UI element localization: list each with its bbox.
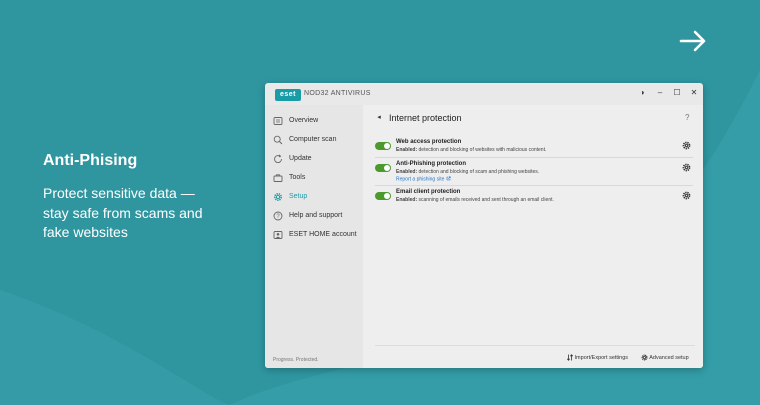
external-link-icon <box>446 176 451 181</box>
sidebar-item-update[interactable]: Update <box>273 153 361 167</box>
email-client-toggle[interactable] <box>375 192 391 200</box>
toggle-knob <box>384 143 390 149</box>
refresh-icon <box>274 154 282 163</box>
toggle-knob <box>384 165 390 171</box>
main-panel: ◂ Internet protection ? Web access prote… <box>363 105 703 368</box>
sidebar-item-label: Computer scan <box>289 136 337 143</box>
sidebar-item-eset-home[interactable]: ESET HOME account <box>273 229 361 243</box>
product-name: NOD32 ANTIVIRUS <box>304 90 371 97</box>
row-status: Enabled: <box>396 169 418 175</box>
setting-row-anti-phishing: Anti-Phishing protection Enabled: detect… <box>375 161 693 187</box>
theme-toggle-button[interactable]: ◑ <box>635 86 649 100</box>
title-bar: eset NOD32 ANTIVIRUS ◑ – ☐ ✕ <box>265 83 703 105</box>
row-title: Anti-Phishing protection <box>396 161 466 167</box>
toggle-knob <box>384 193 390 199</box>
sidebar-item-setup[interactable]: Setup <box>273 191 361 205</box>
next-arrow-button[interactable] <box>676 26 710 56</box>
gear-icon[interactable] <box>682 163 691 172</box>
maximize-button[interactable]: ☐ <box>670 86 684 100</box>
promo-title: Anti-Phising <box>43 152 138 169</box>
anti-phishing-toggle[interactable] <box>375 164 391 172</box>
advanced-setup-button[interactable]: Advanced setup <box>641 354 689 361</box>
setting-row-email-client: Email client protection Enabled: scannin… <box>375 189 693 215</box>
sidebar-item-label: Setup <box>289 193 308 200</box>
account-icon <box>273 231 283 239</box>
minimize-button[interactable]: – <box>653 86 667 100</box>
close-button[interactable]: ✕ <box>687 86 701 100</box>
sidebar-item-label: Help and support <box>289 212 343 219</box>
sidebar-item-label: Overview <box>289 117 319 124</box>
sidebar-item-computer-scan[interactable]: Computer scan <box>273 134 361 148</box>
promo-block: Anti-Phising Protect sensitive data —sta… <box>43 152 213 243</box>
back-button[interactable]: ◂ <box>375 113 383 123</box>
row-status: Enabled: <box>396 147 418 153</box>
page-title: Internet protection <box>389 113 462 123</box>
sidebar-item-label: Update <box>289 155 312 162</box>
import-export-icon <box>566 354 574 361</box>
sidebar-item-tools[interactable]: Tools <box>273 172 361 186</box>
overview-icon <box>273 117 283 125</box>
advanced-setup-label: Advanced setup <box>649 354 689 361</box>
sidebar-item-overview[interactable]: Overview <box>273 115 361 129</box>
row-description-text: detection and blocking of websites with … <box>418 147 547 153</box>
row-description: Enabled: detection and blocking of websi… <box>396 147 546 153</box>
gear-icon <box>641 354 648 361</box>
report-phishing-link-label: Report a phishing site <box>396 176 445 183</box>
import-export-label: Import/Export settings <box>574 354 629 361</box>
eset-logo: eset <box>275 89 301 101</box>
row-status: Enabled: <box>396 197 418 203</box>
gear-icon[interactable] <box>682 191 691 200</box>
report-phishing-link[interactable]: Report a phishing site <box>396 176 451 183</box>
help-button[interactable]: ? <box>685 113 689 122</box>
sidebar-item-help[interactable]: ? Help and support <box>273 210 361 224</box>
gear-icon <box>273 192 283 202</box>
row-description: Enabled: detection and blocking of scam … <box>396 169 539 175</box>
footer-divider <box>375 345 695 346</box>
row-description: Enabled: scanning of emails received and… <box>396 197 554 203</box>
row-title: Web access protection <box>396 139 462 145</box>
sidebar-item-label: Tools <box>289 174 306 181</box>
protection-status: Progress. Protected. <box>273 357 319 363</box>
sidebar: Overview Computer scan Update Tools Setu… <box>265 105 363 368</box>
row-description-text: scanning of emails received and sent thr… <box>418 197 554 203</box>
app-window: eset NOD32 ANTIVIRUS ◑ – ☐ ✕ Overview Co… <box>265 83 703 368</box>
web-access-toggle[interactable] <box>375 142 391 150</box>
promo-text: Protect sensitive data —stay safe from s… <box>43 185 203 240</box>
sidebar-item-label: ESET HOME account <box>289 231 357 238</box>
row-title: Email client protection <box>396 189 461 195</box>
search-icon <box>273 135 283 145</box>
briefcase-icon <box>273 174 283 182</box>
gear-icon[interactable] <box>682 141 691 150</box>
arrow-right-icon <box>679 30 706 52</box>
row-description-text: detection and blocking of scam and phish… <box>418 169 540 175</box>
row-divider <box>375 157 693 158</box>
question-icon: ? <box>273 211 283 221</box>
row-divider <box>375 185 693 186</box>
import-export-button[interactable]: Import/Export settings <box>566 354 629 361</box>
